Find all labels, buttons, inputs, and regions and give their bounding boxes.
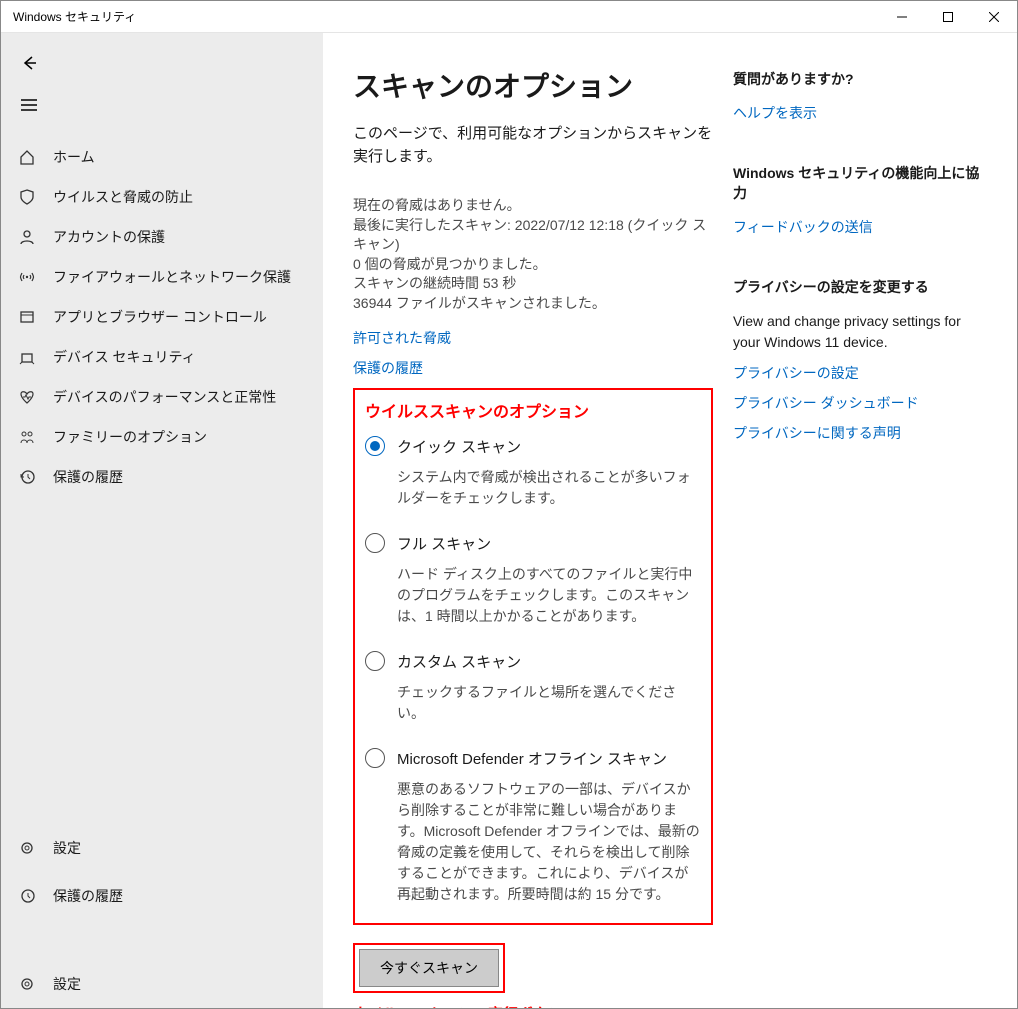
nav-label: ホーム bbox=[53, 147, 95, 167]
status-found: 0 個の脅威が見つかりました。 bbox=[353, 255, 713, 275]
back-arrow-icon bbox=[20, 54, 38, 72]
nav-home[interactable]: ホーム bbox=[1, 137, 323, 177]
status-last-scan: 最後に実行したスキャン: 2022/07/12 12:18 (クイック スキャン… bbox=[353, 216, 713, 255]
close-icon bbox=[989, 12, 999, 22]
radio-desc: ハード ディスク上のすべてのファイルと実行中のプログラムをチェックします。このス… bbox=[397, 564, 701, 627]
nav-label: アプリとブラウザー コントロール bbox=[53, 307, 267, 327]
option-full-scan[interactable]: フル スキャン ハード ディスク上のすべてのファイルと実行中のプログラムをチェッ… bbox=[365, 533, 701, 627]
option-quick-scan[interactable]: クイック スキャン システム内で脅威が検出されることが多いフォルダーをチェックし… bbox=[365, 436, 701, 509]
nav-account[interactable]: アカウントの保護 bbox=[1, 217, 323, 257]
gear-icon bbox=[17, 840, 37, 856]
radio-desc: 悪意のあるソフトウェアの一部は、デバイスから削除することが非常に難しい場合があり… bbox=[397, 779, 701, 905]
privacy-heading: プライバシーの設定を変更する bbox=[733, 277, 983, 297]
nav-label: 保護の履歴 bbox=[53, 467, 123, 487]
scan-button-highlight: 今すぐスキャン bbox=[353, 943, 505, 993]
window-title: Windows セキュリティ bbox=[13, 8, 136, 25]
nav-performance[interactable]: デバイスのパフォーマンスと正常性 bbox=[1, 377, 323, 417]
radio-label: クイック スキャン bbox=[397, 436, 521, 457]
nav-label: ウイルスと脅威の防止 bbox=[53, 187, 193, 207]
nav-label: 設定 bbox=[53, 974, 81, 994]
radio-icon bbox=[365, 533, 385, 553]
history-icon bbox=[17, 469, 37, 485]
heart-icon bbox=[17, 389, 37, 405]
page-subtitle: このページで、利用可能なオプションからスキャンを実行します。 bbox=[353, 123, 713, 168]
gear-icon bbox=[17, 976, 37, 992]
radio-icon bbox=[365, 436, 385, 456]
radio-label: カスタム スキャン bbox=[397, 651, 521, 672]
maximize-button[interactable] bbox=[925, 1, 971, 33]
antenna-icon bbox=[17, 269, 37, 285]
nav-virus[interactable]: ウイルスと脅威の防止 bbox=[1, 177, 323, 217]
hamburger-icon bbox=[21, 98, 37, 112]
radio-icon bbox=[365, 651, 385, 671]
nav-history-lower[interactable]: 保護の履歴 bbox=[1, 872, 323, 920]
main-content: スキャンのオプション このページで、利用可能なオプションからスキャンを実行します… bbox=[323, 33, 1017, 1008]
nav-settings-lower[interactable]: 設定 bbox=[1, 960, 323, 1008]
nav-family[interactable]: ファミリーのオプション bbox=[1, 417, 323, 457]
nav-settings-upper[interactable]: 設定 bbox=[1, 824, 323, 872]
nav-label: 保護の履歴 bbox=[53, 886, 123, 906]
titlebar: Windows セキュリティ bbox=[1, 1, 1017, 33]
sidebar-bottom: 設定 保護の履歴 設定 bbox=[1, 824, 323, 1008]
nav-label: ファミリーのオプション bbox=[53, 427, 207, 447]
status-duration: スキャンの継続時間 53 秒 bbox=[353, 274, 713, 294]
option-offline-scan[interactable]: Microsoft Defender オフライン スキャン 悪意のあるソフトウェ… bbox=[365, 748, 701, 905]
close-button[interactable] bbox=[971, 1, 1017, 33]
scan-button-caption: ウイルススキャンの実行ボタン bbox=[353, 1003, 713, 1008]
window-icon bbox=[17, 309, 37, 325]
option-custom-scan[interactable]: カスタム スキャン チェックするファイルと場所を選んでください。 bbox=[365, 651, 701, 724]
home-icon bbox=[17, 149, 37, 165]
privacy-settings-link[interactable]: プライバシーの設定 bbox=[733, 363, 983, 383]
allowed-threats-link[interactable]: 許可された脅威 bbox=[353, 328, 713, 348]
nav-label: ファイアウォールとネットワーク保護 bbox=[53, 267, 291, 287]
page-title: スキャンのオプション bbox=[353, 65, 713, 105]
radio-desc: チェックするファイルと場所を選んでください。 bbox=[397, 682, 701, 724]
privacy-desc: View and change privacy settings for you… bbox=[733, 311, 983, 353]
nav-history[interactable]: 保護の履歴 bbox=[1, 457, 323, 497]
help-heading: 質問がありますか? bbox=[733, 69, 983, 89]
feedback-link[interactable]: フィードバックの送信 bbox=[733, 217, 983, 237]
nav-device-security[interactable]: デバイス セキュリティ bbox=[1, 337, 323, 377]
sidebar: ホーム ウイルスと脅威の防止 アカウントの保護 ファイアウォールとネットワーク保… bbox=[1, 33, 323, 1008]
scan-status: 現在の脅威はありません。 最後に実行したスキャン: 2022/07/12 12:… bbox=[353, 196, 713, 314]
help-link[interactable]: ヘルプを表示 bbox=[733, 103, 983, 123]
nav-label: デバイス セキュリティ bbox=[53, 347, 196, 367]
shield-icon bbox=[17, 189, 37, 205]
family-icon bbox=[17, 429, 37, 445]
maximize-icon bbox=[943, 12, 953, 22]
radio-icon bbox=[365, 748, 385, 768]
nav-list: ホーム ウイルスと脅威の防止 アカウントの保護 ファイアウォールとネットワーク保… bbox=[1, 137, 323, 497]
nav-label: アカウントの保護 bbox=[53, 227, 165, 247]
back-button[interactable] bbox=[9, 45, 49, 81]
feedback-heading: Windows セキュリティの機能向上に協力 bbox=[733, 163, 983, 203]
person-icon bbox=[17, 229, 37, 245]
minimize-button[interactable] bbox=[879, 1, 925, 33]
protection-history-link[interactable]: 保護の履歴 bbox=[353, 358, 713, 378]
scan-options-heading: ウイルススキャンのオプション bbox=[365, 398, 701, 422]
privacy-dashboard-link[interactable]: プライバシー ダッシュボード bbox=[733, 393, 983, 413]
menu-button[interactable] bbox=[9, 87, 49, 123]
nav-label: 設定 bbox=[53, 838, 81, 858]
nav-firewall[interactable]: ファイアウォールとネットワーク保護 bbox=[1, 257, 323, 297]
radio-desc: システム内で脅威が検出されることが多いフォルダーをチェックします。 bbox=[397, 467, 701, 509]
history-icon bbox=[17, 888, 37, 904]
nav-label: デバイスのパフォーマンスと正常性 bbox=[53, 387, 276, 407]
scan-now-button[interactable]: 今すぐスキャン bbox=[359, 949, 499, 987]
privacy-statement-link[interactable]: プライバシーに関する声明 bbox=[733, 423, 983, 443]
chip-icon bbox=[17, 349, 37, 365]
status-files: 36944 ファイルがスキャンされました。 bbox=[353, 294, 713, 314]
scan-options-highlight: ウイルススキャンのオプション クイック スキャン システム内で脅威が検出されるこ… bbox=[353, 388, 713, 925]
radio-label: フル スキャン bbox=[397, 533, 491, 554]
minimize-icon bbox=[897, 12, 907, 22]
radio-label: Microsoft Defender オフライン スキャン bbox=[397, 748, 667, 769]
right-panel: 質問がありますか? ヘルプを表示 Windows セキュリティの機能向上に協力 … bbox=[733, 65, 983, 984]
window-controls bbox=[879, 1, 1017, 33]
nav-appbrowser[interactable]: アプリとブラウザー コントロール bbox=[1, 297, 323, 337]
status-no-threats: 現在の脅威はありません。 bbox=[353, 196, 713, 216]
